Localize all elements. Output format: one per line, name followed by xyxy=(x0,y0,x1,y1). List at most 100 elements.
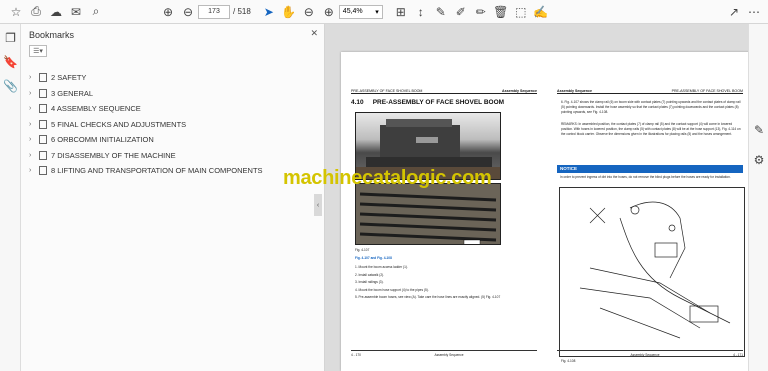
hose-drawing xyxy=(559,187,745,357)
bookmark-label: 8 LIFTING AND TRANSPORTATION OF MAIN COM… xyxy=(51,166,263,176)
steps-list: 1. Mount the boom access ladder (1). 2. … xyxy=(355,265,535,303)
header-left: PRE-ASSEMBLY OF FACE SHOVEL BOOM xyxy=(351,89,423,93)
chevron-right-icon[interactable]: › xyxy=(29,136,39,143)
page-up-icon[interactable]: ⊕ xyxy=(158,2,178,22)
footer-center: Assembly Sequence xyxy=(434,353,464,357)
thumbnails-icon[interactable]: ❐ xyxy=(0,28,21,48)
header-left: Assembly Sequence xyxy=(557,89,592,93)
remark: REMARKS: In assembled position, the cont… xyxy=(561,122,741,136)
step-item: 1. Mount the boom access ladder (1). xyxy=(355,265,408,269)
chevron-right-icon[interactable]: › xyxy=(29,152,39,159)
zoom-select[interactable]: 45,4% ▾ xyxy=(338,4,383,19)
delete-icon[interactable]: 🗑 xyxy=(491,2,511,22)
more-icon[interactable]: ⋯ xyxy=(744,2,764,22)
bookmark-item[interactable]: › 2 SAFETY xyxy=(21,70,324,86)
bookmark-icon[interactable]: 🔖 xyxy=(0,52,21,72)
figure-caption: Fig. 4-108 xyxy=(561,359,576,363)
header-right: PRE-ASSEMBLY OF FACE SHOVEL BOOM xyxy=(671,89,743,93)
notice-title: NOTICE xyxy=(557,165,743,173)
bookmark-icon xyxy=(39,166,47,176)
bookmark-label: 6 ORBCOMM INITIALIZATION xyxy=(51,135,154,145)
collapse-panel-icon[interactable]: ‹ xyxy=(314,194,322,216)
bookmark-item[interactable]: › 7 DISASSEMBLY OF THE MACHINE xyxy=(21,148,324,164)
bookmark-item[interactable]: › 8 LIFTING AND TRANSPORTATION OF MAIN CO… xyxy=(21,163,324,179)
chevron-right-icon[interactable]: › xyxy=(29,105,39,112)
bookmark-icon xyxy=(39,88,47,98)
highlight-icon[interactable]: ✏ xyxy=(471,2,491,22)
close-icon[interactable]: ✕ xyxy=(310,28,318,39)
chevron-right-icon[interactable]: › xyxy=(29,74,39,81)
sign-icon[interactable]: ✍ xyxy=(531,2,551,22)
hose-drawing-illustration xyxy=(579,201,731,339)
upload-icon[interactable]: ☁ xyxy=(46,2,66,22)
page-header: Assembly Sequence PRE-ASSEMBLY OF FACE S… xyxy=(557,86,743,94)
bookmark-icon xyxy=(39,119,47,129)
main-toolbar: ☆ ⎙ ☁ ✉ ⌕ ⊕ ⊖ 173 / 518 ➤ ✋ ⊖ ⊕ 45,4% ▾ ⊞… xyxy=(0,0,768,24)
bookmark-label: 3 GENERAL xyxy=(51,88,94,98)
section-number: 4.10 xyxy=(351,99,364,106)
zoom-out-icon[interactable]: ⊖ xyxy=(299,2,319,22)
attachment-icon[interactable]: 📎 xyxy=(0,76,21,96)
options-menu-icon[interactable]: ☰▾ xyxy=(29,45,47,57)
bookmark-icon xyxy=(39,104,47,114)
settings-icon[interactable]: ⚙ xyxy=(749,150,768,170)
bookmark-item[interactable]: › 4 ASSEMBLY SEQUENCE xyxy=(21,101,324,117)
step-item: 4. Mount the boom hose support (4) to th… xyxy=(355,287,429,292)
page-header: PRE-ASSEMBLY OF FACE SHOVEL BOOM Assembl… xyxy=(351,86,537,94)
pipes-photo xyxy=(355,183,501,245)
page-navigator: 173 / 518 xyxy=(198,4,251,19)
bookmark-label: 4 ASSEMBLY SEQUENCE xyxy=(51,104,141,114)
chevron-down-icon: ▾ xyxy=(375,8,379,16)
search-icon[interactable]: ⌕ xyxy=(86,2,106,22)
comment-icon[interactable]: ✎ xyxy=(431,2,451,22)
right-rail: ✎ ⚙ xyxy=(748,24,768,371)
mail-icon[interactable]: ✉ xyxy=(66,2,86,22)
document-spread: PRE-ASSEMBLY OF FACE SHOVEL BOOM Assembl… xyxy=(341,52,753,371)
figure-reference: Fig. 4-107 and Fig. 4-108 xyxy=(355,256,392,260)
share-icon[interactable]: ↗ xyxy=(724,2,744,22)
section-title: PRE-ASSEMBLY OF FACE SHOVEL BOOM xyxy=(372,99,505,106)
page-footer: 4 - 170 Assembly Sequence xyxy=(351,350,537,357)
notice-text: In order to prevent ingress of dirt into… xyxy=(560,175,731,179)
pipes-photo-illustration xyxy=(356,184,500,244)
zoom-value: 45,4% xyxy=(342,8,363,15)
cursor-icon[interactable]: ➤ xyxy=(259,2,279,22)
page-down-icon[interactable]: ⊖ xyxy=(178,2,198,22)
header-right: Assembly Sequence xyxy=(502,89,537,93)
bookmark-item[interactable]: › 3 GENERAL xyxy=(21,86,324,102)
footer-center: Assembly Sequence xyxy=(630,353,660,357)
stamp-icon[interactable]: ⬚ xyxy=(511,2,531,22)
chevron-right-icon[interactable]: › xyxy=(29,121,39,128)
footer-left: 4 - 170 xyxy=(351,353,361,357)
bookmarks-panel: Bookmarks ✕ ☰▾ › 2 SAFETY › 3 GENERAL › 4 A… xyxy=(21,24,325,371)
step-item: 3. Install railings (3). xyxy=(355,280,384,284)
bookmark-label: 7 DISASSEMBLY OF THE MACHINE xyxy=(51,150,176,160)
panel-title: Bookmarks xyxy=(29,30,75,40)
bookmark-item[interactable]: › 6 ORBCOMM INITIALIZATION xyxy=(21,132,324,148)
figure-caption: Fig. 4-107 xyxy=(355,248,370,252)
footer-right: 4 - 171 xyxy=(733,353,743,357)
scroll-mode-icon[interactable]: ↕ xyxy=(411,2,431,22)
comment-icon[interactable]: ✎ xyxy=(749,120,768,140)
bookmark-item[interactable]: › 5 FINAL CHECKS AND ADJUSTMENTS xyxy=(21,117,324,133)
page-number-input[interactable]: 173 xyxy=(198,4,230,19)
panel-tools: ☰▾ xyxy=(21,42,324,60)
hand-icon[interactable]: ✋ xyxy=(279,2,299,22)
page-left: PRE-ASSEMBLY OF FACE SHOVEL BOOM Assembl… xyxy=(341,52,547,371)
section-heading: 4.10 PRE-ASSEMBLY OF FACE SHOVEL BOOM xyxy=(351,99,504,106)
bookmark-label: 2 SAFETY xyxy=(51,73,87,83)
print-icon[interactable]: ⎙ xyxy=(26,2,46,22)
watermark: machinecatalogic.com xyxy=(283,167,492,189)
zoom-in-icon[interactable]: ⊕ xyxy=(319,2,339,22)
fit-page-icon[interactable]: ⊞ xyxy=(391,2,411,22)
paragraph: 6. Fig. 4-107 shows the clamp rail (6) o… xyxy=(561,100,741,114)
page-total: / 518 xyxy=(233,7,251,16)
document-viewer[interactable]: PRE-ASSEMBLY OF FACE SHOVEL BOOM Assembl… xyxy=(325,24,768,371)
step-item: 5. Pre-assemble boom hoses, see view (A)… xyxy=(355,295,501,299)
star-icon[interactable]: ☆ xyxy=(6,2,26,22)
chevron-right-icon[interactable]: › xyxy=(29,167,39,174)
chevron-right-icon[interactable]: › xyxy=(29,90,39,97)
bookmark-icon xyxy=(39,150,47,160)
bookmark-label: 5 FINAL CHECKS AND ADJUSTMENTS xyxy=(51,119,187,129)
pen-icon[interactable]: ✐ xyxy=(451,2,471,22)
